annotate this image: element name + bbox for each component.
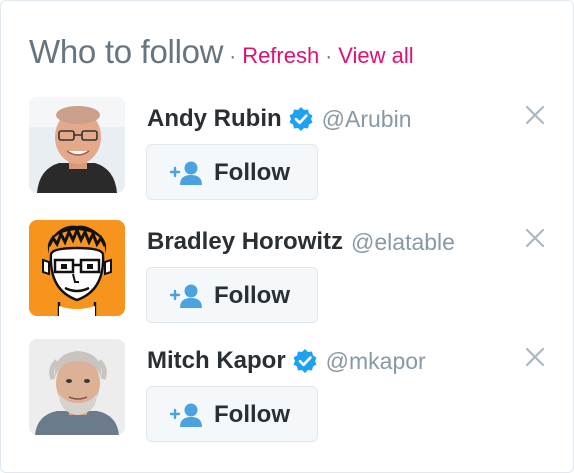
- dismiss-button[interactable]: [523, 226, 547, 250]
- close-icon: [525, 347, 545, 367]
- suggestion-row: Mitch Kapor @mkapor Follow: [1, 339, 573, 449]
- close-icon: [525, 105, 545, 125]
- module-title: Who to follow: [29, 33, 224, 70]
- add-user-icon: [169, 161, 202, 185]
- avatar[interactable]: [29, 220, 125, 316]
- separator-dot: ·: [229, 45, 237, 68]
- user-name-line[interactable]: Mitch Kapor @mkapor: [147, 347, 426, 375]
- avatar[interactable]: [29, 97, 125, 193]
- follow-button[interactable]: Follow: [146, 386, 318, 442]
- avatar[interactable]: [29, 339, 125, 435]
- follow-label: Follow: [214, 282, 290, 309]
- follow-button[interactable]: Follow: [146, 267, 318, 323]
- user-handle: @elatable: [351, 228, 455, 255]
- close-icon: [525, 228, 545, 248]
- user-name: Mitch Kapor: [147, 347, 286, 374]
- add-user-icon: [169, 403, 202, 427]
- add-user-icon: [169, 284, 202, 308]
- user-name-line[interactable]: Bradley Horowitz @elatable: [147, 228, 455, 256]
- user-name-line[interactable]: Andy Rubin @Arubin: [147, 105, 412, 133]
- follow-label: Follow: [214, 159, 290, 186]
- dismiss-button[interactable]: [523, 103, 547, 127]
- module-header: Who to follow · Refresh · View all: [29, 33, 414, 71]
- suggestion-row: Andy Rubin @Arubin Follow: [1, 97, 573, 207]
- suggestion-row: Bradley Horowitz @elatable Follow: [1, 220, 573, 330]
- view-all-link[interactable]: View all: [338, 43, 413, 68]
- follow-button[interactable]: Follow: [146, 144, 318, 200]
- follow-label: Follow: [214, 401, 290, 428]
- refresh-link[interactable]: Refresh: [242, 43, 319, 68]
- user-handle: @mkapor: [325, 347, 426, 374]
- user-name: Bradley Horowitz: [147, 228, 344, 255]
- dismiss-button[interactable]: [523, 345, 547, 369]
- verified-badge-icon: [292, 348, 318, 374]
- who-to-follow-module: Who to follow · Refresh · View all Andy Rubi…: [0, 0, 574, 473]
- verified-badge-icon: [288, 106, 314, 132]
- separator-dot: ·: [325, 45, 333, 68]
- user-handle: @Arubin: [321, 105, 412, 132]
- user-name: Andy Rubin: [147, 105, 282, 132]
